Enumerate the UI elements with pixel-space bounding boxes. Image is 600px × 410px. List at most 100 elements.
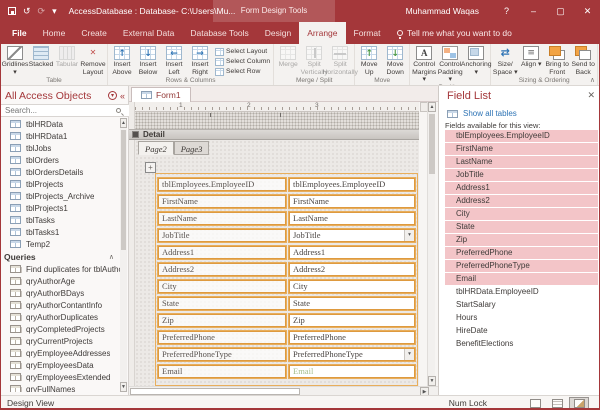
form-textbox[interactable]: Email <box>289 365 415 378</box>
show-all-tables-link[interactable]: Show all tables <box>447 109 517 118</box>
scroll-down-icon[interactable]: ▼ <box>428 376 436 386</box>
search-input[interactable] <box>1 106 116 115</box>
nav-item-find-duplicates-for-tblauthors[interactable]: Find duplicates for tblAuthors <box>1 263 120 275</box>
anchoring-button[interactable]: Anchoring ▾ <box>463 45 489 76</box>
form-label[interactable]: City <box>158 280 286 293</box>
field-item-city[interactable]: City <box>445 208 598 220</box>
form-textbox[interactable]: City <box>289 280 415 293</box>
search-icon[interactable] <box>116 108 121 113</box>
control-padding-button[interactable]: Control Padding ▾ <box>437 45 463 84</box>
nav-item-temp2[interactable]: Temp2 <box>1 238 120 250</box>
help-icon[interactable]: ? <box>493 0 520 22</box>
tab-arrange[interactable]: Arrange <box>299 22 345 44</box>
form-label[interactable]: Zip <box>158 314 286 327</box>
move-down-button[interactable]: Move Down <box>382 45 408 76</box>
field-item-tblemployees-employeeid[interactable]: tblEmployees.EmployeeID <box>445 130 598 142</box>
form-label[interactable]: FirstName <box>158 195 286 208</box>
insert-below-button[interactable]: Insert Below <box>135 45 161 76</box>
form-header-grid[interactable] <box>135 112 419 129</box>
field-item-zip[interactable]: Zip <box>445 234 598 246</box>
bring-to-front-button[interactable]: Bring to Front <box>544 45 570 76</box>
scroll-down-icon[interactable]: ▼ <box>120 382 127 392</box>
layout-move-handle[interactable]: + <box>145 162 156 173</box>
nav-item-qryauthorcontantinfo[interactable]: qryAuthorContantInfo <box>1 299 120 311</box>
form-label[interactable]: Address2 <box>158 263 286 276</box>
undo-icon[interactable]: ↺ <box>23 0 31 22</box>
combo-arrow-icon[interactable]: ▾ <box>404 349 414 360</box>
field-item-benefitelections[interactable]: BenefitElections <box>445 338 598 350</box>
page-tab-page2[interactable]: Page2 <box>138 141 174 155</box>
move-up-button[interactable]: Move Up <box>356 45 382 76</box>
form-textbox[interactable]: tblEmployees.EmployeeID <box>289 178 415 191</box>
tab-format[interactable]: Format <box>346 22 389 44</box>
size-space-button[interactable]: Size/ Space ▾ <box>492 45 518 76</box>
scroll-up-icon[interactable]: ▲ <box>428 102 436 112</box>
form-textbox[interactable]: PreferredPhoneType▾ <box>289 348 415 361</box>
form-label[interactable]: PreferredPhoneType <box>158 348 286 361</box>
nav-item-tblorders[interactable]: tblOrders <box>1 154 120 166</box>
combo-arrow-icon[interactable]: ▾ <box>404 230 414 241</box>
tab-database-tools[interactable]: Database Tools <box>182 22 256 44</box>
stacked-button[interactable]: Stacked <box>28 45 54 69</box>
close-icon[interactable]: ✕ <box>587 90 595 101</box>
scrollbar-thumb[interactable] <box>121 130 126 250</box>
field-item-tblhrdata-employeeid[interactable]: tblHRData.EmployeeID <box>445 286 598 298</box>
minimize-icon[interactable]: – <box>520 0 547 22</box>
nav-item-qryauthorage[interactable]: qryAuthorAge <box>1 275 120 287</box>
nav-scrollbar[interactable]: ▲ ▼ <box>120 118 127 392</box>
scrollbar-thumb[interactable] <box>130 388 300 395</box>
account-name[interactable]: Muhammad Waqas <box>406 6 479 16</box>
tab-create[interactable]: Create <box>73 22 115 44</box>
split-horizontally-button[interactable]: Split Horizontally <box>327 45 353 76</box>
collapse-ribbon-icon[interactable]: ∧ <box>590 76 595 84</box>
nav-item-tblhrdata[interactable]: tblHRData <box>1 118 120 130</box>
field-item-startsalary[interactable]: StartSalary <box>445 299 598 311</box>
field-item-lastname[interactable]: LastName <box>445 156 598 168</box>
field-item-hours[interactable]: Hours <box>445 312 598 324</box>
form-label[interactable]: tblEmployees.EmployeeID <box>158 178 286 191</box>
nav-pane-title[interactable]: All Access Objects <box>5 90 108 102</box>
nav-item-qryauthorbdays[interactable]: qryAuthorBDays <box>1 287 120 299</box>
tab-file[interactable]: File <box>4 22 35 44</box>
field-item-hiredate[interactable]: HireDate <box>445 325 598 337</box>
insert-above-button[interactable]: Insert Above <box>109 45 135 76</box>
tell-me-box[interactable]: Tell me what you want to do <box>397 22 512 44</box>
select-layout-button[interactable]: Select Layout <box>215 48 270 56</box>
form-textbox[interactable]: Address1 <box>289 246 415 259</box>
nav-item-qryemployeesdata[interactable]: qryEmployeesData <box>1 359 120 371</box>
close-icon[interactable]: ✕ <box>574 0 600 22</box>
form-textbox[interactable]: JobTitle▾ <box>289 229 415 242</box>
shutter-bar-icon[interactable]: « <box>120 91 125 101</box>
form-label[interactable]: State <box>158 297 286 310</box>
form-label[interactable]: LastName <box>158 212 286 225</box>
vertical-scrollbar[interactable]: ▲ ▼ <box>427 102 435 386</box>
form-textbox[interactable]: Address2 <box>289 263 415 276</box>
tab-design[interactable]: Design <box>257 22 299 44</box>
nav-item-qryemployeeaddresses[interactable]: qryEmployeeAddresses <box>1 347 120 359</box>
detail-section-bar[interactable]: Detail <box>129 129 419 140</box>
nav-item-tbltasks1[interactable]: tblTasks1 <box>1 226 120 238</box>
field-item-email[interactable]: Email <box>445 273 598 285</box>
horizontal-scrollbar[interactable]: ▶ <box>129 386 438 395</box>
nav-group-header-queries[interactable]: Queries∧ <box>1 250 120 263</box>
nav-item-qryauthorduplicates[interactable]: qryAuthorDuplicates <box>1 311 120 323</box>
customize-qat-icon[interactable]: ▾ <box>52 0 57 22</box>
tab-external-data[interactable]: External Data <box>115 22 183 44</box>
control-margins-button[interactable]: Control Margins ▾ <box>411 45 437 84</box>
nav-item-qrycurrentprojects[interactable]: qryCurrentProjects <box>1 335 120 347</box>
nav-item-qrycompletedprojects[interactable]: qryCompletedProjects <box>1 323 120 335</box>
nav-item-tblprojects-archive[interactable]: tblProjects_Archive <box>1 190 120 202</box>
nav-item-tblhrdata1[interactable]: tblHRData1 <box>1 130 120 142</box>
maximize-icon[interactable]: ▢ <box>547 0 574 22</box>
field-item-state[interactable]: State <box>445 221 598 233</box>
redo-icon[interactable]: ⟳ <box>38 0 46 22</box>
field-item-address2[interactable]: Address2 <box>445 195 598 207</box>
save-icon[interactable] <box>8 7 16 15</box>
form-textbox[interactable]: LastName <box>289 212 415 225</box>
form-label[interactable]: Email <box>158 365 286 378</box>
form-textbox[interactable]: State <box>289 297 415 310</box>
nav-item-qryemployeesextended[interactable]: qryEmployeesExtended <box>1 371 120 383</box>
form-label[interactable]: PreferredPhone <box>158 331 286 344</box>
gridlines-button[interactable]: Gridlines ▾ <box>2 45 28 76</box>
insert-left-button[interactable]: Insert Left <box>161 45 187 76</box>
